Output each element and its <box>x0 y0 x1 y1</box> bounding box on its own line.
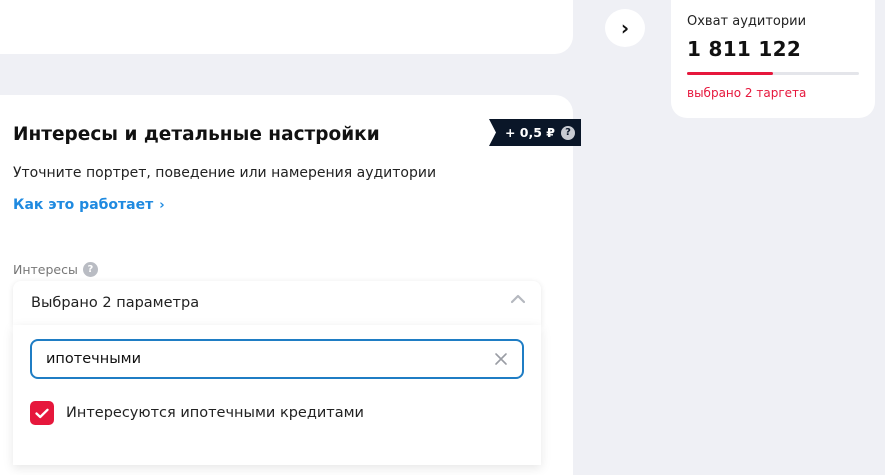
chevron-right-icon: › <box>159 198 165 213</box>
reach-title: Охват аудитории <box>687 14 807 29</box>
price-tag-label: + 0,5 ₽ <box>504 125 555 140</box>
reach-progress-bar <box>687 72 859 75</box>
price-tag: + 0,5 ₽ ? <box>489 119 581 146</box>
collapse-panel-button[interactable]: › <box>605 9 645 47</box>
interests-field-label: Интересы ? <box>13 262 98 277</box>
reach-selected-count: выбрано 2 таргета <box>687 86 807 100</box>
reach-progress-fill <box>687 72 773 75</box>
reach-value: 1 811 122 <box>687 37 802 61</box>
interests-label-text: Интересы <box>13 262 78 277</box>
section-title: Интересы и детальные настройки <box>13 124 380 145</box>
interests-select[interactable]: Выбрано 2 параметра <box>13 281 541 325</box>
help-icon[interactable]: ? <box>561 125 575 140</box>
close-icon[interactable] <box>494 352 508 366</box>
previous-section-card <box>0 0 573 54</box>
interest-option[interactable]: Интересуются ипотечными кредитами <box>30 401 364 425</box>
checkbox-checked[interactable] <box>30 401 54 425</box>
interests-search-input[interactable] <box>46 349 486 369</box>
section-description: Уточните портрет, поведение или намерени… <box>13 165 437 181</box>
help-icon[interactable]: ? <box>82 262 98 277</box>
how-it-works-link[interactable]: Как это работает › <box>13 197 165 213</box>
interests-dropdown: Интересуются ипотечными кредитами <box>13 325 541 465</box>
interest-option-label: Интересуются ипотечными кредитами <box>66 405 364 421</box>
interests-search-box <box>30 339 524 379</box>
chevron-up-icon <box>511 294 525 304</box>
interests-select-value: Выбрано 2 параметра <box>31 295 200 311</box>
chevron-right-icon: › <box>620 16 630 40</box>
checkmark-icon <box>35 408 49 418</box>
how-it-works-label: Как это работает <box>13 197 154 213</box>
audience-reach-card: Охват аудитории 1 811 122 выбрано 2 тарг… <box>671 0 875 118</box>
